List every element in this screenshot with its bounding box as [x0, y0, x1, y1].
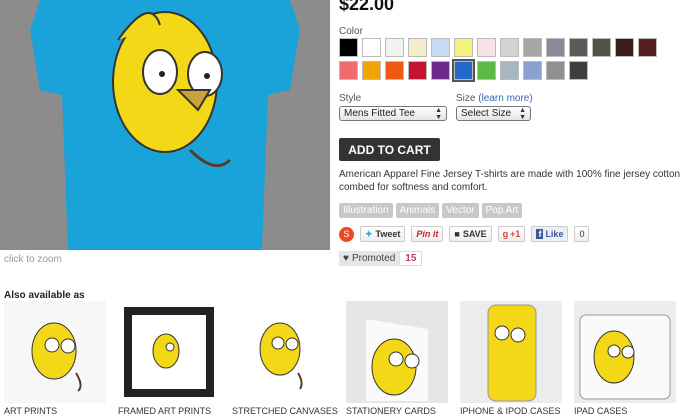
- color-swatch[interactable]: [408, 61, 427, 80]
- product-image[interactable]: [0, 0, 330, 250]
- iphone-ipod-cases-label[interactable]: IPHONE & IPOD CASES: [460, 406, 561, 416]
- tshirt-illustration: [0, 0, 330, 250]
- color-swatch[interactable]: [477, 61, 496, 80]
- color-swatch[interactable]: [431, 61, 450, 80]
- size-select[interactable]: Select Size ▲ ▼: [456, 106, 531, 121]
- facebook-like-button[interactable]: f Like: [531, 226, 569, 242]
- color-swatches: [339, 38, 679, 82]
- facebook-icon: f: [536, 229, 544, 239]
- social-share-bar: S ✦ Tweet Pin it ■ SAVE g +1 f Like 0: [339, 226, 590, 242]
- ipad-cases-label[interactable]: IPAD CASES: [574, 406, 627, 416]
- style-select[interactable]: Mens Fitted Tee ▲ ▼: [339, 106, 447, 121]
- canvas-image: [232, 301, 334, 403]
- learn-more-link[interactable]: (learn more): [478, 93, 532, 104]
- color-swatch[interactable]: [500, 61, 519, 80]
- color-swatch[interactable]: [454, 38, 473, 57]
- color-swatch[interactable]: [523, 38, 542, 57]
- promoted-text: Promoted: [351, 253, 396, 264]
- click-to-zoom-label[interactable]: click to zoom: [4, 254, 62, 265]
- heart-icon: ♥: [343, 253, 349, 264]
- like-count: 0: [574, 226, 590, 242]
- color-swatch[interactable]: [431, 38, 450, 57]
- style-select-value: Mens Fitted Tee: [344, 108, 415, 119]
- color-swatch[interactable]: [339, 61, 358, 80]
- phone-case-image: [460, 301, 562, 403]
- tag-illustration[interactable]: Illustration: [339, 203, 393, 218]
- color-swatch[interactable]: [385, 38, 404, 57]
- color-label: Color: [339, 26, 363, 37]
- price: $22.00: [339, 0, 395, 14]
- select-arrows-icon: ▲ ▼: [435, 106, 442, 121]
- ipad-case-image: [574, 301, 676, 403]
- tag-list: Illustration Animals Vector Pop Art: [339, 203, 523, 218]
- framed-print-image: [118, 301, 220, 403]
- size-label-text: Size: [456, 93, 476, 104]
- stretched-canvases-thumbnail[interactable]: [232, 301, 334, 403]
- color-swatch[interactable]: [638, 38, 657, 57]
- ipad-cases-thumbnail[interactable]: [574, 301, 676, 403]
- color-swatch[interactable]: [569, 38, 588, 57]
- framed-art-prints-label[interactable]: FRAMED ART PRINTS: [118, 406, 211, 416]
- like-label: Like: [545, 229, 564, 239]
- stretched-canvases-label[interactable]: STRETCHED CANVASES: [232, 406, 338, 416]
- stumbleupon-icon[interactable]: S: [339, 226, 354, 242]
- save-button[interactable]: ■ SAVE: [449, 226, 492, 242]
- twitter-bird-icon: ✦: [365, 228, 373, 239]
- card-image: [346, 301, 448, 403]
- iphone-ipod-cases-thumbnail[interactable]: [460, 301, 562, 403]
- size-label: Size (learn more): [456, 93, 533, 104]
- promoted-label: ♥ Promoted: [339, 251, 400, 266]
- color-swatch[interactable]: [477, 38, 496, 57]
- color-swatch[interactable]: [500, 38, 519, 57]
- stationery-cards-thumbnail[interactable]: [346, 301, 448, 403]
- add-to-cart-button[interactable]: ADD TO CART: [339, 138, 440, 161]
- color-swatch[interactable]: [362, 61, 381, 80]
- save-label: SAVE: [462, 229, 487, 239]
- product-description: American Apparel Fine Jersey T-shirts ar…: [339, 169, 681, 193]
- google-g-icon: g: [502, 229, 509, 239]
- select-arrows-icon: ▲ ▼: [519, 106, 526, 121]
- color-swatch[interactable]: [546, 38, 565, 57]
- art-prints-thumbnail[interactable]: [4, 301, 106, 403]
- color-swatch[interactable]: [339, 38, 358, 57]
- tag-pop-art[interactable]: Pop Art: [481, 203, 523, 218]
- tag-animals[interactable]: Animals: [395, 203, 440, 218]
- art-prints-label[interactable]: ART PRINTS: [4, 406, 57, 416]
- color-swatch[interactable]: [615, 38, 634, 57]
- color-swatch[interactable]: [362, 38, 381, 57]
- color-swatch[interactable]: [408, 38, 427, 57]
- pin-it-button[interactable]: Pin it: [411, 226, 444, 242]
- tweet-button[interactable]: ✦ Tweet: [360, 226, 406, 242]
- color-swatch[interactable]: [523, 61, 542, 80]
- size-select-value: Select Size: [461, 108, 512, 119]
- color-swatch[interactable]: [546, 61, 565, 80]
- tag-vector[interactable]: Vector: [442, 203, 479, 218]
- stationery-cards-label[interactable]: STATIONERY CARDS: [346, 406, 436, 416]
- promoted-count: 15: [399, 251, 423, 266]
- google-plus-one-button[interactable]: g +1: [497, 226, 526, 242]
- style-label: Style: [339, 93, 362, 104]
- promoted-badge[interactable]: ♥ Promoted 15: [339, 251, 423, 266]
- color-swatch[interactable]: [592, 38, 611, 57]
- plus-one-label: +1: [510, 229, 521, 239]
- color-swatch[interactable]: [452, 59, 475, 82]
- tweet-label: Tweet: [375, 229, 401, 239]
- also-available-heading: Also available as: [4, 290, 85, 301]
- color-swatch[interactable]: [385, 61, 404, 80]
- color-swatch[interactable]: [569, 61, 588, 80]
- framed-art-prints-thumbnail[interactable]: [118, 301, 220, 403]
- art-print-image: [4, 301, 106, 403]
- save-icon: ■: [454, 229, 460, 239]
